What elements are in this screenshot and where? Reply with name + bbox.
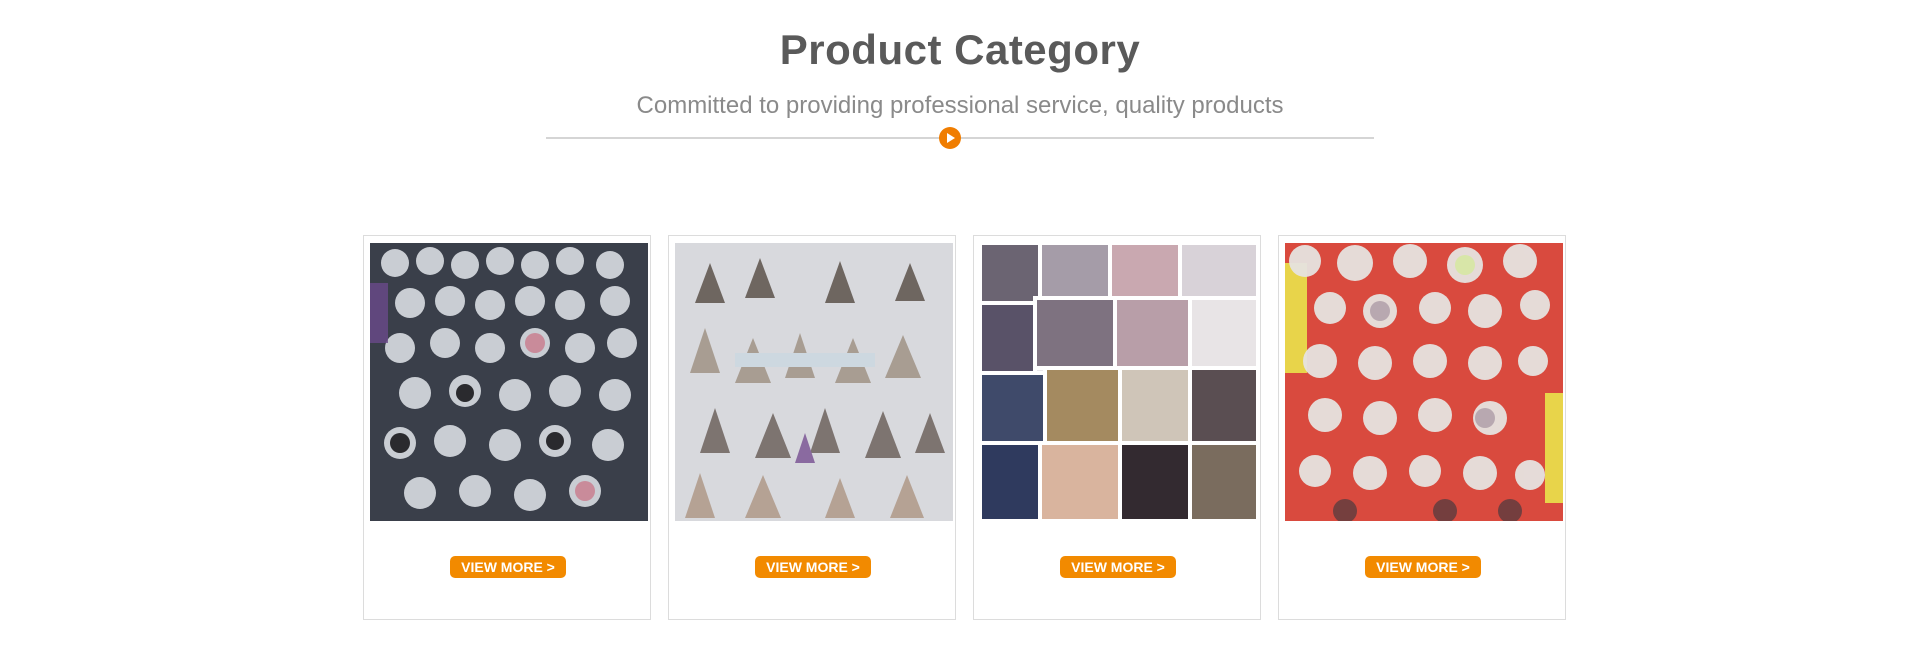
category-card-skulls[interactable]: VIEW MORE > [363, 235, 651, 620]
play-circle-icon [939, 127, 961, 149]
crystal-skulls-photo[interactable] [370, 243, 648, 521]
section-title: Product Category [779, 26, 1141, 73]
view-more-button[interactable]: VIEW MORE > [1365, 556, 1481, 578]
view-more-button[interactable]: VIEW MORE > [755, 556, 871, 578]
section-subtitle: Committed to providing professional serv… [636, 92, 1284, 119]
category-card-points[interactable]: VIEW MORE > [668, 235, 956, 620]
category-card-bracelets[interactable]: VIEW MORE > [973, 235, 1261, 620]
crystal-points-photo[interactable] [675, 243, 953, 521]
category-card-spheres[interactable]: VIEW MORE > [1278, 235, 1566, 620]
view-more-button[interactable]: VIEW MORE > [450, 556, 566, 578]
view-more-button[interactable]: VIEW MORE > [1060, 556, 1176, 578]
product-category-grid: VIEW MORE > VIEW MORE > VIEW MORE > VIEW… [363, 235, 1568, 620]
crystal-spheres-photo[interactable] [1285, 243, 1563, 521]
bracelets-trays-photo[interactable] [980, 243, 1258, 521]
